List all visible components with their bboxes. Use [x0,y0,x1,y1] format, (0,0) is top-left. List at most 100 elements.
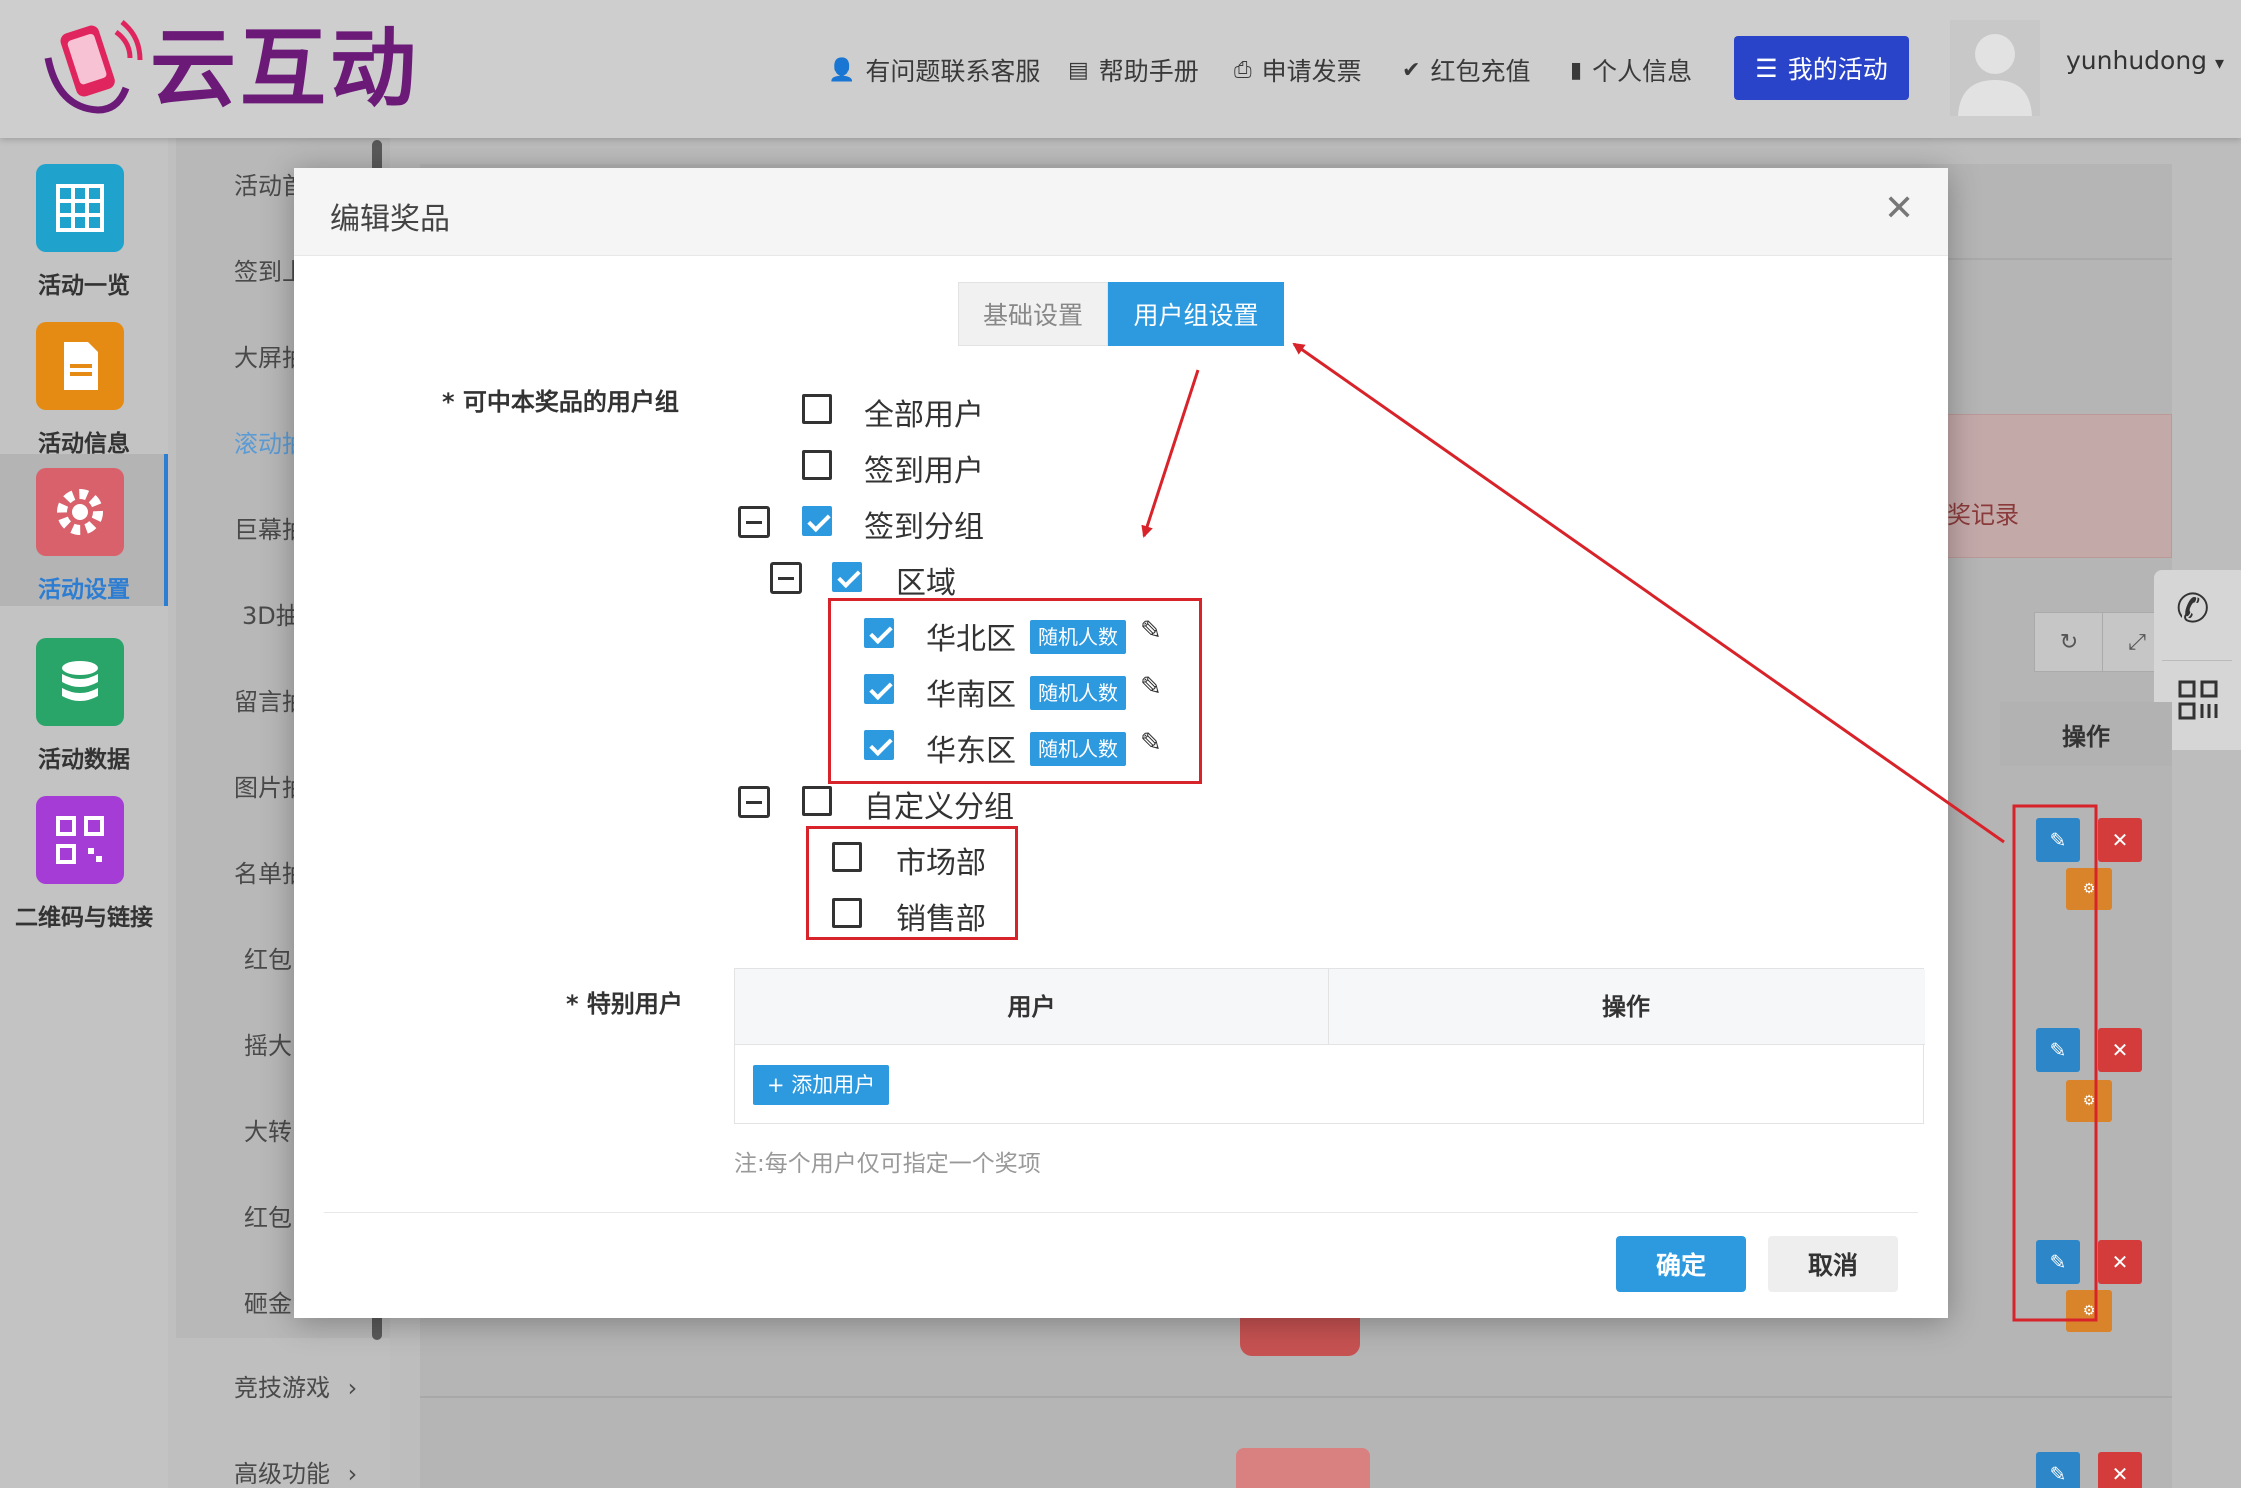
column-header-user: 用户 [735,969,1329,1045]
edit-button[interactable]: ✎ [2036,1240,2080,1284]
collapse-icon[interactable] [738,786,770,818]
close-icon: ✕ [2111,1038,2129,1062]
printer-icon: ⎙ [1234,57,1252,83]
submenu-item[interactable]: 砸金 [244,1284,292,1319]
delete-button[interactable]: ✕ [2098,1028,2142,1072]
special-user-label: * 特别用户 [566,990,683,1018]
sidebar: 活动一览 活动信息 活动设置 活动数据 二维码与链接 [0,138,168,1488]
submenu-item[interactable]: 大转 [244,1112,292,1147]
book-icon: ▤ [1068,57,1089,83]
tool-icon: ⚙ [2082,881,2096,897]
phone-icon[interactable]: ✆ [2176,586,2210,632]
submenu-item[interactable]: 红包 [244,940,292,975]
username-dropdown[interactable]: yunhudong ▾ [2066,46,2224,75]
refresh-button[interactable]: ↻ [2034,612,2104,672]
gear-icon [36,468,124,556]
edit-button[interactable]: ✎ [2036,1028,2080,1072]
checkbox-custom-groups[interactable] [802,786,832,816]
tool-icon: ⚙ [2082,1303,2096,1319]
delete-button[interactable]: ✕ [2098,1452,2142,1488]
tree-label: 区域 [896,566,956,601]
top-header: 云互动 👤 有问题联系客服 ▤ 帮助手册 ⎙ 申请发票 ✔ 红包充值 ▮ 个人信息 ☰ 我的… [0,0,2241,138]
alert-banner: 奖记录 [1930,414,2172,558]
sidebar-item-activity-settings[interactable]: 活动设置 [0,454,168,606]
pencil-icon: ✎ [2049,1462,2067,1486]
nav-invoice[interactable]: ⎙ 申请发票 [1234,48,1362,92]
nav-profile[interactable]: ▮ 个人信息 [1570,48,1692,92]
sidebar-item-activity-list[interactable]: 活动一览 [0,150,168,308]
submenu-item-games[interactable]: 竞技游戏 › [234,1368,357,1403]
pencil-icon: ✎ [2049,1250,2067,1274]
submenu-item[interactable]: 红包 [244,1198,292,1233]
annotation-highlight-box [828,598,1202,784]
caret-down-icon: ▾ [2215,53,2225,74]
tree-label: 自定义分组 [864,790,1014,825]
tab-user-group-settings[interactable]: 用户组设置 [1108,282,1284,346]
tree-label: 全部用户 [864,398,984,433]
delete-button[interactable]: ✕ [2098,818,2142,862]
add-user-button[interactable]: + 添加用户 [753,1065,890,1105]
submenu-item[interactable]: 摇大 [244,1026,292,1061]
more-button[interactable]: ⚙ [2066,1290,2112,1332]
list-icon: ☰ [1755,53,1778,83]
table-header: 用户 操作 [735,969,1925,1045]
nav-recharge[interactable]: ✔ 红包充值 [1402,48,1530,92]
shield-check-icon: ✔ [1402,57,1421,83]
footer-divider [324,1212,1918,1213]
file-icon: ▮ [1570,57,1583,83]
chevron-right-icon: › [347,1374,358,1402]
checkbox-checkin-groups[interactable] [802,506,832,536]
qrcode-icon[interactable] [2178,680,2218,720]
tool-icon: ⚙ [2082,1093,2096,1109]
pencil-icon: ✎ [2049,828,2067,852]
modal-header: 编辑奖品 ✕ [294,168,1948,256]
checkbox-all-users[interactable] [802,394,832,424]
user-plus-icon: 👤 [828,57,856,83]
expand-icon: ⤢ [2128,629,2146,655]
tab-basic-settings[interactable]: 基础设置 [958,282,1108,346]
divider [2162,660,2232,661]
sidebar-item-activity-info[interactable]: 活动信息 [0,308,168,466]
phone-logo-icon [44,20,143,114]
refresh-icon: ↻ [2059,629,2079,655]
checkbox-checkin-users[interactable] [802,450,832,480]
user-silhouette-icon [1958,34,2032,116]
annotation-highlight-box [806,826,1018,940]
submenu-item[interactable]: 3D抽 [242,596,300,631]
nav-help-manual[interactable]: ▤ 帮助手册 [1068,48,1199,92]
qrcode-icon [36,796,124,884]
cancel-button[interactable]: 取消 [1768,1236,1898,1292]
my-activity-button[interactable]: ☰ 我的活动 [1734,36,1909,100]
close-icon[interactable]: ✕ [1884,188,1914,229]
database-icon [36,638,124,726]
confirm-button[interactable]: 确定 [1616,1236,1746,1292]
delete-button[interactable]: ✕ [2098,1240,2142,1284]
collapse-icon[interactable] [770,562,802,594]
column-header-actions: 操作 [1602,993,1650,1021]
checkbox-region[interactable] [832,562,862,592]
sidebar-item-qrcode[interactable]: 二维码与链接 [0,782,168,940]
edit-button[interactable]: ✎ [2036,818,2080,862]
edit-prize-modal: 编辑奖品 ✕ 基础设置 用户组设置 * 可中本奖品的用户组 全部用户 签到用户 … [294,168,1948,1318]
nav-contact-support[interactable]: 👤 有问题联系客服 [828,48,1040,92]
gift-image [1236,1448,1370,1488]
user-group-label: * 可中本奖品的用户组 [442,388,679,416]
document-icon [36,322,124,410]
edit-button[interactable]: ✎ [2036,1452,2080,1488]
tree-label: 签到分组 [864,510,984,545]
submenu-item-advanced[interactable]: 高级功能 › [234,1454,357,1488]
special-user-table: 用户 操作 + 添加用户 [734,968,1925,1124]
brand-logo-text: 云互动 [150,19,420,119]
note-text: 注:每个用户仅可指定一个奖项 [734,1151,1041,1177]
modal-title: 编辑奖品 [330,202,450,237]
tree-label: 签到用户 [864,454,984,489]
sidebar-item-activity-data[interactable]: 活动数据 [0,624,168,782]
chevron-right-icon: › [347,1460,358,1488]
more-button[interactable]: ⚙ [2066,868,2112,910]
grid-icon [36,164,124,252]
close-icon: ✕ [2111,828,2129,852]
more-button[interactable]: ⚙ [2066,1080,2112,1122]
avatar[interactable] [1950,20,2040,116]
collapse-icon[interactable] [738,506,770,538]
row-divider [420,1396,2172,1398]
